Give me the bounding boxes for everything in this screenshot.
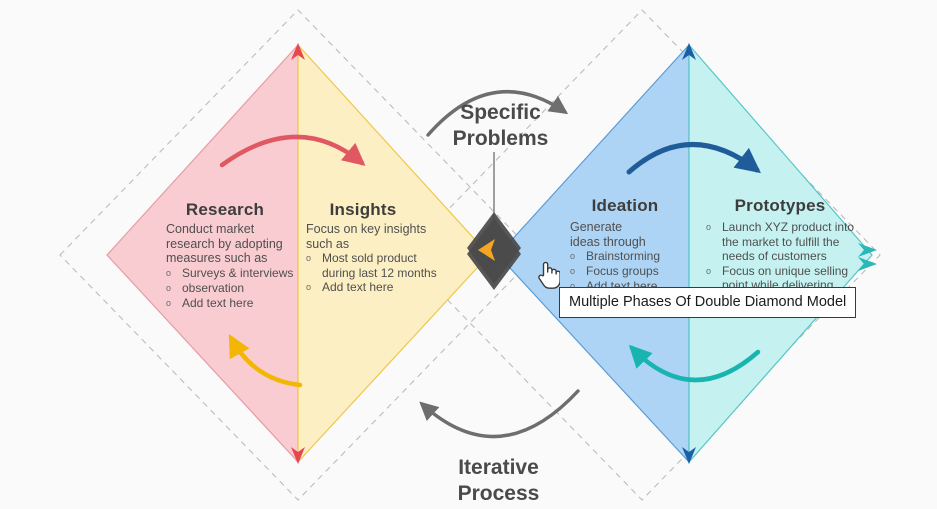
diagram-canvas: Research Conduct market research by adop…: [0, 0, 937, 509]
tooltip: Multiple Phases Of Double Diamond Model: [559, 287, 857, 318]
bullet-marker-icon: o: [706, 265, 712, 276]
iterative-process-line-1: Iterative: [458, 456, 539, 479]
bullet-marker-icon: o: [166, 297, 172, 308]
bullet-marker-icon: o: [306, 282, 312, 292]
ideation-bullet-2: o Focus groups: [570, 264, 659, 278]
arc-iterative-process: [419, 389, 580, 439]
research-intro-line-1: Conduct market: [166, 222, 255, 236]
research-bullet-3: o Add text here: [166, 295, 254, 310]
iterative-process-line-2: Process: [457, 482, 540, 505]
label-specific-problems: Specific Problems: [433, 100, 568, 152]
ideation-bullet-1: o Brainstorming: [570, 249, 661, 263]
bullet-marker-icon: o: [166, 267, 172, 278]
phase-body-research: Conduct market research by adopting meas…: [166, 222, 316, 311]
specific-problems-line-1: Specific: [460, 101, 541, 124]
phase-body-prototypes: o Launch XYZ product into the market to …: [706, 220, 881, 293]
phase-body-insights: Focus on key insights such as o Most sol…: [306, 222, 466, 295]
phase-title-ideation: Ideation: [591, 196, 659, 215]
insights-intro-line-1: Focus on key insights: [306, 222, 427, 236]
research-bullet-2: o observation: [166, 280, 245, 295]
insights-bullet-2: o Add text here: [306, 280, 394, 294]
research-intro-line-3: measures such as: [166, 251, 268, 265]
bullet-marker-icon: o: [570, 251, 576, 261]
bullet-marker-icon: o: [570, 266, 576, 276]
research-bullet-1: o Surveys & interviews: [166, 265, 294, 280]
insights-bullet-1: o Most sold product during last 12 month…: [306, 251, 437, 280]
bullet-marker-icon: o: [306, 253, 312, 263]
bullet-marker-icon: o: [166, 282, 172, 293]
bullet-marker-icon: o: [706, 222, 712, 232]
insights-intro-line-2: such as: [306, 236, 350, 251]
label-iterative-process: Iterative Process: [431, 455, 566, 507]
phase-body-ideation: Generate ideas through o Brainstorming o…: [570, 220, 720, 294]
specific-problems-line-2: Problems: [452, 127, 549, 150]
research-intro-line-2: research by adopting: [166, 236, 283, 251]
phase-title-prototypes: Prototypes: [734, 196, 826, 215]
ideation-intro-line-2: ideas through: [570, 234, 646, 249]
ideation-intro-line-1: Generate: [570, 220, 623, 234]
prototypes-bullet-1: o Launch XYZ product into the market to …: [706, 220, 855, 263]
phase-title-research: Research: [185, 200, 265, 219]
phase-title-insights: Insights: [329, 200, 397, 219]
